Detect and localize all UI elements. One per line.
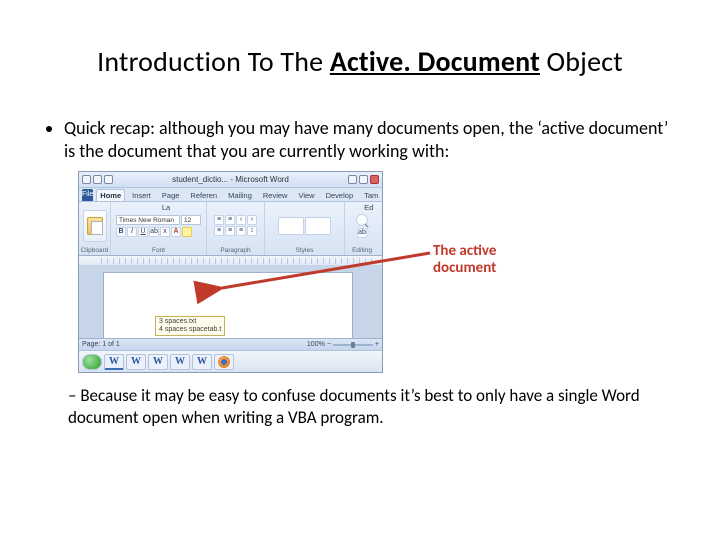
paste-icon: [87, 217, 103, 235]
tab-insert[interactable]: Insert: [128, 189, 155, 201]
taskbar-word-4[interactable]: W: [170, 354, 190, 370]
group-editing: ab Editing: [345, 202, 379, 255]
start-button[interactable]: [82, 354, 102, 370]
callout-line2: document: [433, 259, 496, 277]
replace-icon[interactable]: ab: [357, 228, 367, 238]
tab-review[interactable]: Review: [259, 189, 292, 201]
align-right-icon[interactable]: ≡: [236, 226, 246, 236]
highlight-icon[interactable]: [182, 227, 192, 237]
tooltip-line1: 3 spaces.txt: [159, 318, 196, 325]
indent-right-icon[interactable]: ›: [247, 215, 257, 225]
underline-icon[interactable]: U: [138, 227, 148, 237]
subscript-icon[interactable]: x: [160, 227, 170, 237]
tab-developer[interactable]: Develop: [322, 189, 358, 201]
tab-addon[interactable]: Tam Ed: [360, 189, 382, 201]
paste-button[interactable]: [83, 210, 107, 242]
bold-icon[interactable]: B: [116, 227, 126, 237]
taskbar: W W W W W: [79, 350, 382, 372]
group-font: Times New Roman 12 B I U ab x A: [111, 202, 207, 255]
word-icon: W: [197, 356, 207, 367]
firefox-icon: [218, 356, 230, 368]
group-paragraph: ≡ ≡ ‹ › ≡ ≡ ≡ ↕ Paragraph: [207, 202, 265, 255]
taskbar-word-2[interactable]: W: [126, 354, 146, 370]
group-styles-label: Styles: [296, 247, 314, 254]
title-keyword: Active. Document: [330, 44, 540, 79]
tab-home[interactable]: Home: [96, 189, 125, 201]
align-left-icon[interactable]: ≡: [214, 226, 224, 236]
word-icon: W: [109, 356, 119, 367]
save-icon[interactable]: [82, 175, 91, 184]
italic-icon[interactable]: I: [127, 227, 137, 237]
page[interactable]: [103, 272, 353, 338]
bullet-1: Quick recap: although you may have many …: [64, 117, 680, 163]
align-center-icon[interactable]: ≡: [225, 226, 235, 236]
taskbar-firefox[interactable]: [214, 354, 234, 370]
zoom-control[interactable]: 100% −+: [307, 341, 379, 348]
group-font-label: Font: [152, 247, 165, 254]
bullets-icon[interactable]: ≡: [214, 215, 224, 225]
group-clipboard: Clipboard: [79, 202, 111, 255]
window-titlebar: student_dictio... - Microsoft Word: [79, 172, 382, 188]
slide-title: Introduction To The Active. Document Obj…: [40, 44, 680, 79]
word-icon: W: [131, 356, 141, 367]
close-icon[interactable]: [370, 175, 379, 184]
word-icon: W: [175, 356, 185, 367]
indent-left-icon[interactable]: ‹: [236, 215, 246, 225]
window-controls: [348, 175, 379, 184]
tab-view[interactable]: View: [294, 189, 318, 201]
bullet-list: Quick recap: although you may have many …: [40, 117, 680, 163]
figure-wrap: student_dictio... - Microsoft Word File …: [78, 171, 680, 373]
tooltip-line2: 4 spaces spacetab.t: [159, 326, 221, 333]
minimize-icon[interactable]: [348, 175, 357, 184]
callout-line1: The active: [433, 242, 496, 260]
zoom-value: 100%: [307, 341, 325, 348]
status-page: Page: 1 of 1: [82, 341, 120, 348]
word-icon: W: [153, 356, 163, 367]
group-editing-label: Editing: [352, 247, 372, 254]
find-icon[interactable]: [356, 214, 368, 226]
ruler[interactable]: [79, 256, 382, 266]
window-title: student_dictio... - Microsoft Word: [117, 175, 344, 184]
qat-icons: [82, 175, 113, 184]
title-prefix: Introduction To The: [97, 44, 330, 79]
strike-icon[interactable]: ab: [149, 227, 159, 237]
ribbon-tabs: File Home Insert Page La Referen Mailing…: [79, 188, 382, 202]
sub-bullet-list: Because it may be easy to confuse docume…: [40, 385, 680, 429]
group-styles: Styles: [265, 202, 345, 255]
callout-label: The active document: [433, 243, 496, 278]
file-tab[interactable]: File: [82, 189, 93, 201]
zoom-slider[interactable]: [333, 344, 373, 346]
redo-icon[interactable]: [104, 175, 113, 184]
style-heading1[interactable]: [305, 217, 331, 235]
taskbar-tooltip: 3 spaces.txt 4 spaces spacetab.t: [155, 316, 225, 336]
tab-pagelayout[interactable]: Page La: [158, 189, 184, 201]
group-clipboard-label: Clipboard: [81, 247, 109, 254]
title-suffix: Object: [540, 44, 623, 79]
document-area[interactable]: 3 spaces.txt 4 spaces spacetab.t: [79, 266, 382, 338]
font-color-icon[interactable]: A: [171, 227, 181, 237]
font-size-select[interactable]: 12: [181, 215, 201, 225]
font-name-select[interactable]: Times New Roman: [116, 215, 180, 225]
taskbar-word-5[interactable]: W: [192, 354, 212, 370]
maximize-icon[interactable]: [359, 175, 368, 184]
sub-bullet-1: Because it may be easy to confuse docume…: [68, 385, 680, 429]
ribbon: Clipboard Times New Roman 12 B I U ab: [79, 202, 382, 256]
status-bar: Page: 1 of 1 100% −+: [79, 338, 382, 350]
line-spacing-icon[interactable]: ↕: [247, 226, 257, 236]
numbering-icon[interactable]: ≡: [225, 215, 235, 225]
taskbar-word-3[interactable]: W: [148, 354, 168, 370]
slide: Introduction To The Active. Document Obj…: [0, 0, 720, 540]
group-paragraph-label: Paragraph: [220, 247, 250, 254]
tab-mailings[interactable]: Mailing: [224, 189, 256, 201]
undo-icon[interactable]: [93, 175, 102, 184]
word-window: student_dictio... - Microsoft Word File …: [78, 171, 383, 373]
tab-references[interactable]: Referen: [186, 189, 221, 201]
taskbar-word-1[interactable]: W: [104, 354, 124, 370]
style-normal[interactable]: [278, 217, 304, 235]
